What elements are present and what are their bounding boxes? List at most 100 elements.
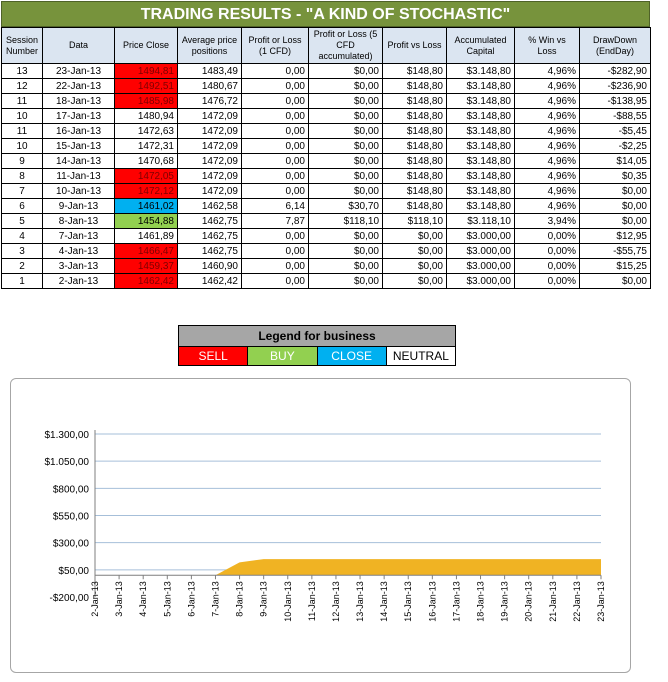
cell-price: 1492,51 <box>114 78 178 94</box>
cell-price: 1454,88 <box>114 213 178 229</box>
cell-session: 4 <box>1 228 43 244</box>
cell-dd: $12,95 <box>579 228 651 244</box>
cell-pl5: $0,00 <box>308 138 383 154</box>
cell-pl5: $0,00 <box>308 258 383 274</box>
cell-avg: 1462,75 <box>177 213 242 229</box>
x-tick-label: 13-Jan-13 <box>355 581 365 622</box>
cell-pl1: 0,00 <box>241 123 309 139</box>
cell-pl1: 0,00 <box>241 183 309 199</box>
cell-avg: 1472,09 <box>177 138 242 154</box>
cell-pvl: $148,80 <box>382 123 447 139</box>
cell-capital: $3.148,80 <box>446 153 515 169</box>
cell-price: 1461,89 <box>114 228 178 244</box>
cell-dd: $14,05 <box>579 153 651 169</box>
cell-dd: -$2,25 <box>579 138 651 154</box>
capital-area-series <box>95 559 601 576</box>
cell-pvl: $148,80 <box>382 63 447 79</box>
cell-pvl: $148,80 <box>382 198 447 214</box>
cell-pl1: 0,00 <box>241 138 309 154</box>
table-row: 10 17-Jan-13 1480,94 1472,09 0,00 $0,00 $148,8… <box>1 108 651 124</box>
cell-pvl: $148,80 <box>382 108 447 124</box>
cell-avg: 1462,75 <box>177 243 242 259</box>
cell-dd: -$282,90 <box>579 63 651 79</box>
legend-item-close: CLOSE <box>316 346 387 366</box>
cell-session: 11 <box>1 123 43 139</box>
legend-table: Legend for business SELL BUY CLOSE NEUTRAL <box>177 325 457 366</box>
cell-win: 0,00% <box>514 273 580 289</box>
column-header: Profit vs Loss <box>382 27 447 64</box>
x-tick-label: 5-Jan-13 <box>162 581 172 617</box>
cell-session: 2 <box>1 258 43 274</box>
x-tick-label: 21-Jan-13 <box>548 581 558 622</box>
table-row: 11 16-Jan-13 1472,63 1472,09 0,00 $0,00 $148,8… <box>1 123 651 139</box>
cell-win: 0,00% <box>514 243 580 259</box>
cell-dd: $0,00 <box>579 273 651 289</box>
cell-price: 1470,68 <box>114 153 178 169</box>
x-tick-label: 23-Jan-13 <box>596 581 606 622</box>
cell-pl5: $0,00 <box>308 78 383 94</box>
cell-pvl: $148,80 <box>382 153 447 169</box>
x-tick-label: 6-Jan-13 <box>186 581 196 617</box>
cell-win: 4,96% <box>514 63 580 79</box>
table-row: 9 14-Jan-13 1470,68 1472,09 0,00 $0,00 $148,80… <box>1 153 651 169</box>
column-header: DrawDown (EndDay) <box>579 27 651 64</box>
x-tick-label: 2-Jan-13 <box>90 581 100 617</box>
cell-pl1: 7,87 <box>241 213 309 229</box>
results-table: Session Number Data Price Close Average … <box>1 27 651 289</box>
cell-pl1: 0,00 <box>241 168 309 184</box>
cell-capital: $3.148,80 <box>446 198 515 214</box>
cell-pl1: 0,00 <box>241 273 309 289</box>
cell-date: 18-Jan-13 <box>42 93 115 109</box>
cell-session: 13 <box>1 63 43 79</box>
cell-session: 1 <box>1 273 43 289</box>
cell-price: 1462,42 <box>114 273 178 289</box>
y-tick-label: $300,00 <box>53 539 90 550</box>
cell-price: 1466,47 <box>114 243 178 259</box>
cell-session: 5 <box>1 213 43 229</box>
x-tick-label: 12-Jan-13 <box>331 581 341 622</box>
cell-session: 10 <box>1 108 43 124</box>
cell-avg: 1472,09 <box>177 108 242 124</box>
x-tick-label: 10-Jan-13 <box>283 581 293 622</box>
table-row: 10 15-Jan-13 1472,31 1472,09 0,00 $0,00 $148,8… <box>1 138 651 154</box>
x-tick-label: 7-Jan-13 <box>210 581 220 617</box>
cell-capital: $3.148,80 <box>446 93 515 109</box>
x-tick-label: 14-Jan-13 <box>379 581 389 622</box>
legend-title: Legend for business <box>178 325 456 347</box>
x-tick-label: 22-Jan-13 <box>572 581 582 622</box>
cell-win: 0,00% <box>514 258 580 274</box>
cell-pvl: $0,00 <box>382 228 447 244</box>
cell-date: 7-Jan-13 <box>42 228 115 244</box>
cell-win: 4,96% <box>514 138 580 154</box>
y-tick-label: $50,00 <box>58 566 89 577</box>
y-tick-label: $1.300,00 <box>45 430 90 441</box>
cell-avg: 1476,72 <box>177 93 242 109</box>
cell-date: 23-Jan-13 <box>42 63 115 79</box>
cell-win: 4,96% <box>514 153 580 169</box>
cell-capital: $3.118,10 <box>446 213 515 229</box>
cell-win: 4,96% <box>514 183 580 199</box>
cell-pl5: $0,00 <box>308 153 383 169</box>
cell-pvl: $148,80 <box>382 78 447 94</box>
cell-pl1: 0,00 <box>241 78 309 94</box>
cell-capital: $3.148,80 <box>446 138 515 154</box>
cell-price: 1494,81 <box>114 63 178 79</box>
cell-session: 6 <box>1 198 43 214</box>
legend-item-neutral: NEUTRAL <box>385 346 457 366</box>
cell-capital: $3.148,80 <box>446 108 515 124</box>
column-header: Data <box>42 27 115 64</box>
cell-avg: 1462,58 <box>177 198 242 214</box>
cell-pl5: $0,00 <box>308 243 383 259</box>
cell-price: 1472,05 <box>114 168 178 184</box>
cell-price: 1461,02 <box>114 198 178 214</box>
column-header: Accumulated Capital <box>446 27 515 64</box>
cell-avg: 1462,75 <box>177 228 242 244</box>
cell-dd: $15,25 <box>579 258 651 274</box>
cell-dd: $0,00 <box>579 198 651 214</box>
cell-dd: $0,00 <box>579 183 651 199</box>
cell-pl5: $30,70 <box>308 198 383 214</box>
cell-pl5: $0,00 <box>308 228 383 244</box>
capital-chart-svg: -$200,00 $50,00 $300,00 $550,00 $800,00 $1.05… <box>45 430 606 622</box>
cell-pl5: $0,00 <box>308 168 383 184</box>
cell-date: 8-Jan-13 <box>42 213 115 229</box>
